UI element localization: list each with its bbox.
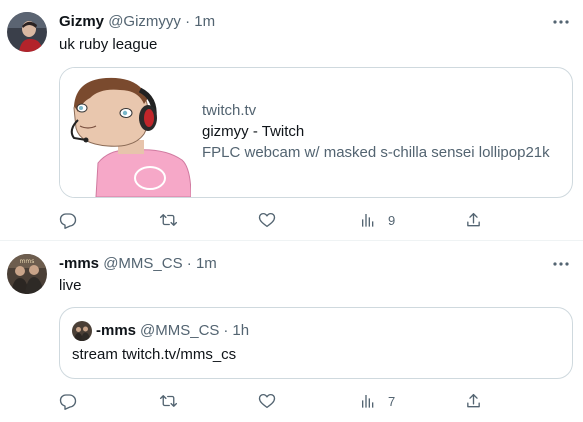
- more-options-button[interactable]: [550, 12, 572, 32]
- display-name[interactable]: -mms: [59, 255, 99, 272]
- quoted-tweet-header: -mms @MMS_CS · 1h: [72, 321, 249, 341]
- handle: @MMS_CS: [140, 322, 220, 339]
- quoted-tweet[interactable]: -mms @MMS_CS · 1h stream twitch.tv/mms_c…: [59, 307, 573, 379]
- handle[interactable]: @MMS_CS: [103, 255, 182, 272]
- views-button[interactable]: 9: [360, 210, 395, 230]
- like-button[interactable]: [258, 391, 276, 411]
- views-count: 9: [388, 212, 396, 228]
- reply-icon: [59, 213, 77, 229]
- views-count: 7: [388, 393, 396, 409]
- quoted-tweet-text: stream twitch.tv/mms_cs: [72, 346, 237, 363]
- retweet-button[interactable]: [159, 391, 178, 411]
- share-button[interactable]: [465, 210, 482, 230]
- link-card[interactable]: twitch.tv gizmyy - Twitch FPLC webcam w/…: [59, 67, 573, 198]
- tweet-actions: 7: [59, 391, 499, 411]
- card-title: gizmyy - Twitch: [202, 123, 305, 140]
- more-horizontal-icon: [553, 262, 569, 266]
- separator: ·: [186, 255, 192, 272]
- timestamp[interactable]: 1m: [194, 13, 215, 30]
- share-button[interactable]: [465, 391, 482, 411]
- tweet-header: -mms @MMS_CS · 1m: [59, 254, 217, 274]
- more-horizontal-icon: [553, 20, 569, 24]
- tweet[interactable]: Gizmy @Gizmyyy · 1m uk ruby league twitc…: [0, 0, 583, 241]
- retweet-icon: [159, 395, 178, 407]
- retweet-icon: [159, 214, 178, 226]
- display-name: -mms: [96, 322, 137, 339]
- reply-button[interactable]: [59, 391, 77, 411]
- avatar[interactable]: [7, 12, 47, 52]
- tweet-text: uk ruby league: [59, 36, 158, 53]
- more-options-button[interactable]: [550, 254, 572, 274]
- separator: ·: [185, 13, 191, 30]
- reply-icon: [59, 394, 77, 410]
- svg-text:mms: mms: [20, 258, 35, 265]
- retweet-button[interactable]: [159, 210, 178, 230]
- heart-icon: [258, 393, 276, 409]
- avatar[interactable]: mms: [7, 254, 47, 294]
- timestamp[interactable]: 1m: [196, 255, 217, 272]
- like-button[interactable]: [258, 210, 276, 230]
- bar-chart-icon: [362, 395, 374, 408]
- tweet[interactable]: mms -mms @MMS_CS · 1m live -mms @MMS_CS …: [0, 241, 583, 422]
- handle[interactable]: @Gizmyyy: [108, 13, 181, 30]
- separator: ·: [223, 322, 229, 339]
- card-description: FPLC webcam w/ masked s-chilla sensei lo…: [202, 144, 550, 161]
- share-icon: [467, 212, 480, 227]
- card-text: twitch.tv gizmyy - Twitch FPLC webcam w/…: [202, 100, 550, 163]
- avatar: [72, 321, 92, 341]
- card-domain: twitch.tv: [202, 102, 257, 119]
- bar-chart-icon: [362, 214, 374, 227]
- display-name[interactable]: Gizmy: [59, 13, 104, 30]
- views-button[interactable]: 7: [360, 391, 395, 411]
- tweet-actions: 9: [59, 210, 499, 230]
- share-icon: [467, 393, 480, 408]
- timestamp: 1h: [232, 322, 250, 339]
- heart-icon: [258, 212, 276, 228]
- reply-button[interactable]: [59, 210, 77, 230]
- card-image: [60, 68, 192, 197]
- tweet-text: live: [59, 277, 82, 294]
- tweet-header: Gizmy @Gizmyyy · 1m: [59, 12, 215, 32]
